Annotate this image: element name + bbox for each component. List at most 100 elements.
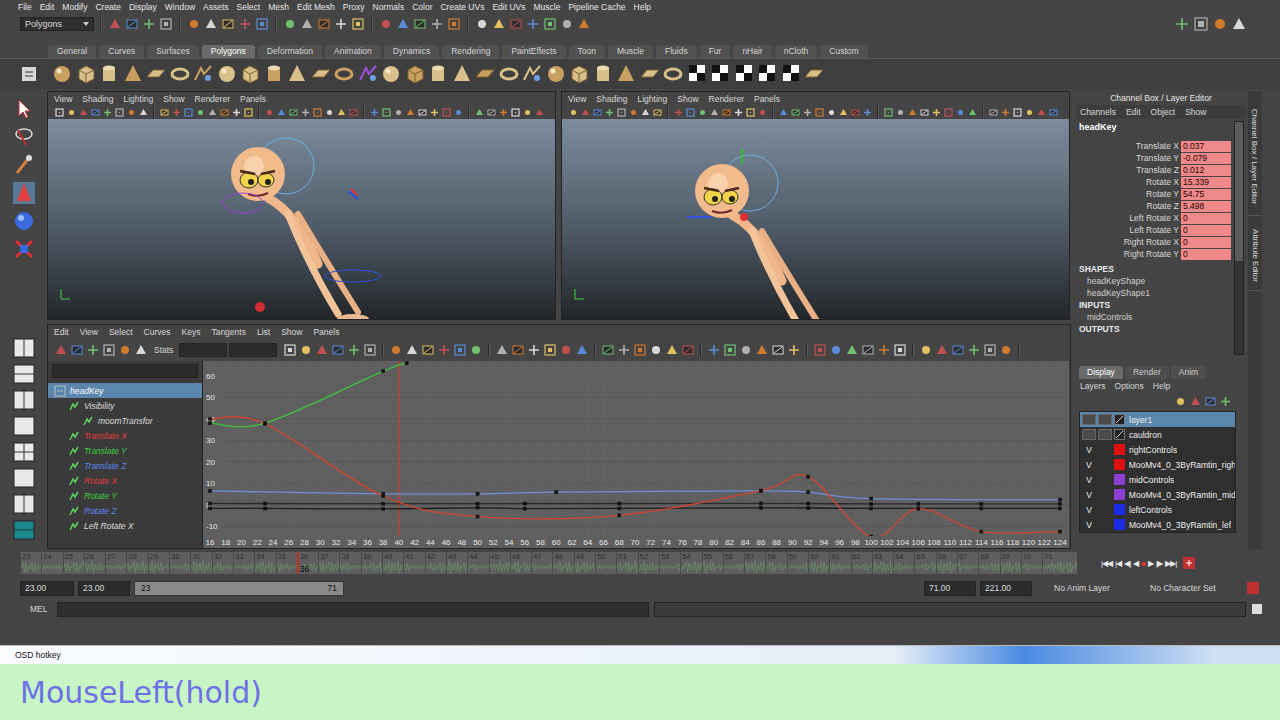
keyframe[interactable] (263, 422, 267, 426)
tool-icon[interactable] (850, 107, 861, 118)
outliner-row[interactable]: Left Rotate X (48, 518, 202, 533)
shelf-tab[interactable]: Fluids (656, 45, 697, 58)
shelf-tool-icon[interactable] (803, 62, 825, 86)
shelf-tool-icon[interactable] (239, 62, 261, 86)
shelf-menu-icon[interactable] (18, 61, 44, 87)
tool-icon[interactable] (919, 107, 930, 118)
tool-icon[interactable] (771, 343, 785, 357)
keyframe[interactable] (979, 530, 983, 534)
layout-icon[interactable] (12, 389, 36, 411)
tool-icon[interactable] (118, 343, 132, 357)
shelf-tool-icon[interactable] (427, 62, 449, 86)
menu-item[interactable]: Create UVs (440, 2, 484, 12)
keyframe[interactable] (554, 490, 558, 494)
tool-icon[interactable] (510, 107, 521, 118)
playback-button[interactable]: |◀◀ (1101, 559, 1112, 568)
keyframe[interactable] (1058, 498, 1062, 502)
channel-value[interactable]: -0.079 (1181, 153, 1231, 164)
playback-toggle[interactable] (1098, 489, 1112, 500)
tool-icon[interactable] (685, 107, 696, 118)
tool-icon[interactable] (721, 107, 732, 118)
layout-icon[interactable] (12, 363, 36, 385)
tool-icon[interactable] (778, 107, 789, 118)
layer-tab[interactable]: Display (1079, 366, 1123, 379)
tool-icon[interactable] (336, 107, 347, 118)
visibility-toggle[interactable]: V (1082, 519, 1096, 530)
tool-icon[interactable] (86, 343, 100, 357)
tool-icon[interactable] (829, 343, 843, 357)
tool-icon[interactable] (492, 17, 506, 31)
menu-item[interactable]: Channels (1080, 107, 1116, 117)
playback-button[interactable]: ▶▶| (1165, 559, 1176, 568)
menu-item[interactable]: Options (1115, 381, 1144, 391)
shelf-tool-icon[interactable] (286, 62, 308, 86)
tool-icon[interactable] (988, 107, 999, 118)
tool-icon[interactable] (543, 17, 557, 31)
tool-icon[interactable] (543, 343, 557, 357)
keyframe[interactable] (381, 507, 385, 511)
select-tool-icon[interactable] (12, 97, 36, 121)
tool-icon[interactable] (379, 17, 393, 31)
curve[interactable] (208, 501, 1062, 505)
menu-item[interactable]: Window (165, 2, 195, 12)
start-time-field[interactable]: 23.00 (20, 581, 74, 596)
range-end-field[interactable]: 71.00 (924, 581, 976, 596)
tool-icon[interactable] (601, 343, 615, 357)
channel-value[interactable]: 5.498 (1181, 201, 1231, 212)
tool-icon[interactable] (255, 17, 269, 31)
shelf-tab[interactable]: Curves (99, 45, 144, 58)
tool-icon[interactable] (787, 343, 801, 357)
shelf-tab[interactable]: Dynamics (384, 45, 439, 58)
tool-icon[interactable] (673, 107, 684, 118)
tool-icon[interactable] (405, 107, 416, 118)
shelf-tab[interactable]: General (48, 45, 96, 58)
menu-item[interactable]: Renderer (195, 94, 230, 104)
tool-icon[interactable] (935, 343, 949, 357)
menu-item[interactable]: Keys (182, 327, 201, 337)
shelf-tool-icon[interactable] (639, 62, 661, 86)
tool-icon[interactable] (300, 107, 311, 118)
keyframe[interactable] (617, 502, 621, 506)
keyframe[interactable] (617, 507, 621, 511)
keyframe[interactable] (208, 489, 212, 493)
tool-icon[interactable] (351, 17, 365, 31)
menu-item[interactable]: Curves (144, 327, 171, 337)
tool-icon[interactable] (883, 107, 894, 118)
tool-icon[interactable] (171, 107, 182, 118)
tool-icon[interactable] (665, 343, 679, 357)
keyframe[interactable] (523, 502, 527, 506)
keyframe[interactable] (381, 502, 385, 506)
stats-field[interactable] (229, 343, 277, 357)
shelf-tool-icon[interactable] (521, 62, 543, 86)
visibility-toggle[interactable]: V (1082, 504, 1096, 515)
shelf-tab[interactable]: Toon (569, 45, 605, 58)
shelf-tool-icon[interactable] (216, 62, 238, 86)
tool-icon[interactable] (861, 343, 875, 357)
keyframe[interactable] (263, 507, 267, 511)
tool-icon[interactable] (102, 343, 116, 357)
end-time-field[interactable]: 221.00 (980, 581, 1032, 596)
tool-icon[interactable] (219, 107, 230, 118)
shelf-tool-icon[interactable] (333, 62, 355, 86)
scrollbar[interactable] (1234, 121, 1244, 355)
keyframe[interactable] (523, 507, 527, 511)
menu-item[interactable]: Help (1153, 381, 1170, 391)
keyframe[interactable] (208, 421, 212, 425)
keyframe[interactable] (405, 361, 409, 365)
playback-toggle[interactable] (1098, 474, 1112, 485)
tool-icon[interactable] (421, 343, 435, 357)
layout-icon[interactable] (12, 493, 36, 515)
menu-item[interactable]: View (54, 94, 72, 104)
shelf-tool-icon[interactable] (662, 62, 684, 86)
shelf-tool-icon[interactable] (615, 62, 637, 86)
shelf-tool-icon[interactable] (498, 62, 520, 86)
tool-icon[interactable] (475, 17, 489, 31)
outliner-row[interactable]: Rotate Y (48, 488, 202, 503)
playback-toggle[interactable] (1098, 459, 1112, 470)
channel-value[interactable]: 0.012 (1181, 165, 1231, 176)
tool-icon[interactable] (54, 343, 68, 357)
tool-icon[interactable] (757, 107, 768, 118)
shelf-tool-icon[interactable] (357, 62, 379, 86)
playback-button[interactable]: |▶ (1156, 559, 1162, 568)
menu-item[interactable]: Panels (240, 94, 266, 104)
